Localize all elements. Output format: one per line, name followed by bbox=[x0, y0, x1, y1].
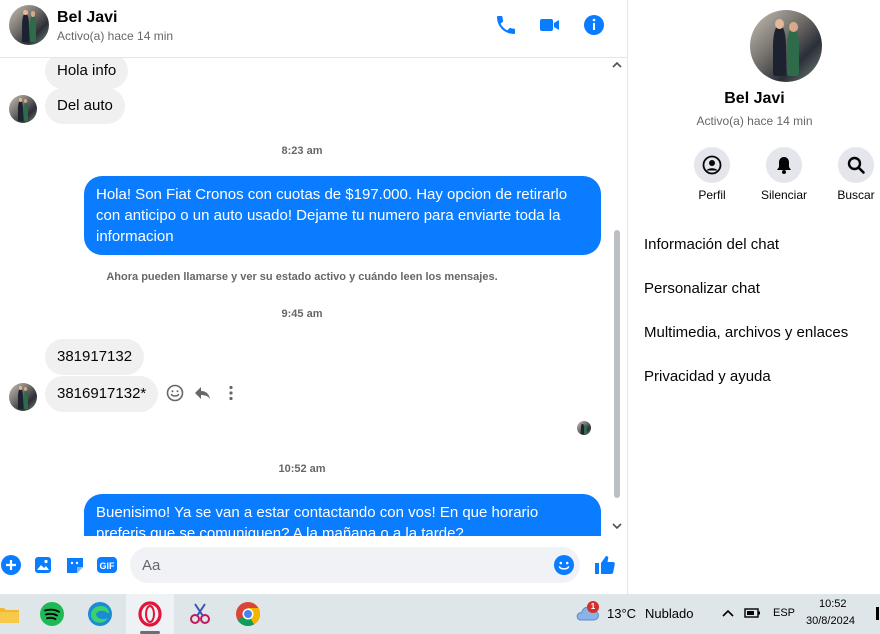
file-explorer-icon[interactable] bbox=[0, 599, 22, 629]
message-incoming[interactable]: Del auto bbox=[45, 88, 125, 124]
chat-pane: Bel Javi Activo(a) hace 14 min Hola info… bbox=[0, 0, 627, 594]
add-icon[interactable] bbox=[0, 554, 22, 576]
sticker-icon[interactable] bbox=[64, 554, 86, 576]
message-incoming[interactable]: 381917132 bbox=[45, 339, 145, 375]
profile-button[interactable] bbox=[694, 147, 730, 183]
battery-icon[interactable] bbox=[744, 606, 762, 620]
timestamp: 8:23 am bbox=[281, 145, 323, 157]
weather-badge: 1 bbox=[587, 601, 599, 613]
profile-avatar[interactable] bbox=[750, 10, 822, 82]
message-outgoing[interactable]: Buenisimo! Ya se van a estar contactando… bbox=[84, 494, 601, 536]
reply-icon[interactable] bbox=[193, 383, 213, 403]
seen-indicator-avatar bbox=[577, 421, 591, 435]
composer: GIF Aa bbox=[0, 536, 627, 594]
bell-icon bbox=[777, 157, 791, 174]
search-button[interactable] bbox=[838, 147, 874, 183]
chat-details-panel: Bel Javi Activo(a) hace 14 min Perfil Si… bbox=[627, 0, 880, 594]
clock-date[interactable]: 30/8/2024 bbox=[806, 615, 855, 627]
snipping-tool-icon[interactable] bbox=[185, 599, 215, 629]
spotify-icon[interactable] bbox=[37, 599, 67, 629]
timestamp: 9:45 am bbox=[281, 308, 323, 320]
message-list[interactable]: Hola info Del auto 8:23 am Hola! Son Fia… bbox=[0, 58, 627, 536]
message-input-placeholder: Aa bbox=[142, 557, 161, 574]
video-call-icon[interactable] bbox=[538, 13, 562, 37]
mute-action[interactable]: Silenciar bbox=[749, 147, 819, 202]
contact-status: Activo(a) hace 14 min bbox=[57, 29, 174, 43]
chat-scrollbar[interactable] bbox=[610, 58, 624, 536]
chat-header: Bel Javi Activo(a) hace 14 min bbox=[0, 0, 627, 58]
gif-icon[interactable]: GIF bbox=[96, 554, 118, 576]
language-indicator[interactable]: ESP bbox=[773, 607, 795, 619]
messenger-window: Bel Javi Activo(a) hace 14 min Hola info… bbox=[0, 0, 880, 634]
edge-icon[interactable] bbox=[85, 599, 115, 629]
message-incoming[interactable]: 3816917132* bbox=[45, 376, 159, 412]
emoji-icon[interactable] bbox=[553, 554, 575, 576]
sender-avatar[interactable] bbox=[9, 383, 37, 411]
menu-customize-chat[interactable]: Personalizar chat bbox=[644, 280, 760, 297]
like-icon[interactable] bbox=[593, 553, 617, 577]
phone-icon[interactable] bbox=[494, 13, 518, 37]
opera-tab-active[interactable] bbox=[126, 594, 174, 634]
scroll-down-icon[interactable] bbox=[611, 521, 623, 531]
opera-icon bbox=[138, 601, 162, 627]
info-icon[interactable] bbox=[582, 13, 606, 37]
profile-name: Bel Javi bbox=[724, 90, 785, 107]
message-input[interactable]: Aa bbox=[130, 547, 580, 583]
sender-avatar[interactable] bbox=[9, 95, 37, 123]
gallery-icon[interactable] bbox=[32, 554, 54, 576]
profile-label: Perfil bbox=[698, 188, 726, 202]
profile-status: Activo(a) hace 14 min bbox=[696, 114, 813, 128]
message-outgoing[interactable]: Hola! Son Fiat Cronos con cuotas de $197… bbox=[84, 176, 601, 255]
system-message: Ahora pueden llamarse y ver su estado ac… bbox=[106, 271, 498, 283]
contact-name[interactable]: Bel Javi bbox=[57, 9, 117, 27]
react-emoji-icon[interactable] bbox=[165, 383, 185, 403]
clock-time[interactable]: 10:52 bbox=[819, 598, 847, 610]
search-label: Buscar bbox=[837, 188, 875, 202]
weather-description[interactable]: Nublado bbox=[645, 606, 693, 621]
weather-temperature[interactable]: 13°C bbox=[607, 606, 636, 621]
menu-chat-info[interactable]: Información del chat bbox=[644, 236, 779, 253]
search-action[interactable]: Buscar bbox=[821, 147, 880, 202]
profile-icon bbox=[702, 155, 722, 175]
mute-button[interactable] bbox=[766, 147, 802, 183]
menu-privacy-help[interactable]: Privacidad y ayuda bbox=[644, 368, 771, 385]
chevron-up-icon[interactable] bbox=[720, 606, 736, 620]
show-desktop-edge[interactable] bbox=[876, 607, 879, 620]
timestamp: 10:52 am bbox=[278, 463, 326, 475]
scroll-up-icon[interactable] bbox=[611, 60, 623, 70]
search-icon bbox=[847, 156, 865, 174]
profile-action[interactable]: Perfil bbox=[677, 147, 747, 202]
taskbar: 1 13°C Nublado ESP 10:52 30/8/2024 bbox=[0, 594, 880, 634]
chrome-icon[interactable] bbox=[233, 599, 263, 629]
contact-avatar[interactable] bbox=[9, 5, 49, 45]
scroll-thumb[interactable] bbox=[614, 230, 620, 498]
message-incoming[interactable]: Hola info bbox=[45, 58, 129, 89]
mute-label: Silenciar bbox=[760, 188, 808, 202]
more-options-icon[interactable] bbox=[221, 383, 241, 403]
svg-text:GIF: GIF bbox=[100, 561, 116, 571]
menu-media-files-links[interactable]: Multimedia, archivos y enlaces bbox=[644, 324, 848, 341]
